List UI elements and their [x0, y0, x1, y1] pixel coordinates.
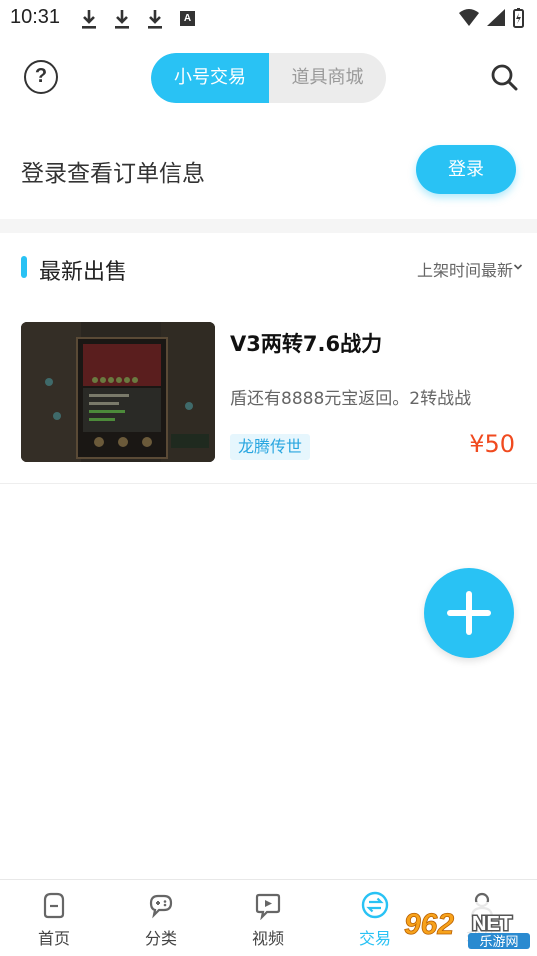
- download-icon: [82, 10, 96, 29]
- game-tag: 龙腾传世: [230, 434, 311, 460]
- nav-home-label: 首页: [37, 929, 70, 948]
- listing-thumbnail: [21, 322, 215, 462]
- nav-home[interactable]: 首页: [0, 880, 108, 956]
- nav-video[interactable]: 视频: [214, 880, 322, 956]
- help-button[interactable]: ?: [24, 60, 58, 94]
- sort-dropdown[interactable]: 上架时间最新: [417, 257, 513, 281]
- system-status-icons: [459, 8, 524, 28]
- login-button[interactable]: 登录: [416, 145, 516, 194]
- status-bar: 10:31 A: [0, 0, 537, 36]
- svg-text:乐游网: 乐游网: [479, 935, 518, 950]
- game-screenshot-image: [21, 322, 215, 462]
- wifi-icon: [459, 9, 479, 26]
- chevron-down-icon[interactable]: [513, 262, 523, 272]
- signal-icon: [487, 9, 505, 26]
- login-prompt: 登录查看订单信息: [21, 161, 205, 187]
- add-listing-button[interactable]: [424, 568, 514, 658]
- gamepad-icon: [149, 894, 173, 919]
- home-icon: [43, 892, 65, 919]
- download-icon: [115, 10, 129, 29]
- exchange-icon: [361, 891, 389, 919]
- battery-icon: [513, 8, 524, 28]
- search-icon[interactable]: [489, 62, 519, 92]
- trade-type-switch: 小号交易 道具商城: [151, 53, 386, 103]
- listing-item[interactable]: V3两转7.6战力 盾还有8888元宝返回。2转战战 龙腾传世 ¥50: [0, 310, 537, 484]
- nav-video-label: 视频: [251, 929, 284, 948]
- section-divider: [0, 219, 537, 233]
- svg-text:962: 962: [404, 908, 454, 941]
- svg-text:NET: NET: [472, 913, 512, 935]
- a-icon: A: [180, 11, 195, 26]
- status-time: 10:31: [10, 6, 61, 28]
- tab-item-shop[interactable]: 道具商城: [269, 53, 386, 103]
- section-accent-bar: [21, 256, 27, 278]
- listing-title: V3两转7.6战力: [230, 332, 383, 356]
- plus-icon: [447, 591, 491, 635]
- download-icon: [148, 10, 162, 29]
- listing-price: ¥50: [469, 430, 515, 458]
- tab-account-trade[interactable]: 小号交易: [151, 53, 269, 103]
- nav-category[interactable]: 分类: [107, 880, 215, 956]
- listing-description: 盾还有8888元宝返回。2转战战: [230, 389, 472, 409]
- nav-category-label: 分类: [144, 929, 177, 948]
- section-title: 最新出售: [39, 260, 128, 285]
- 962-watermark-logo: 962 NET 乐游网: [398, 902, 534, 950]
- video-icon: [255, 893, 281, 920]
